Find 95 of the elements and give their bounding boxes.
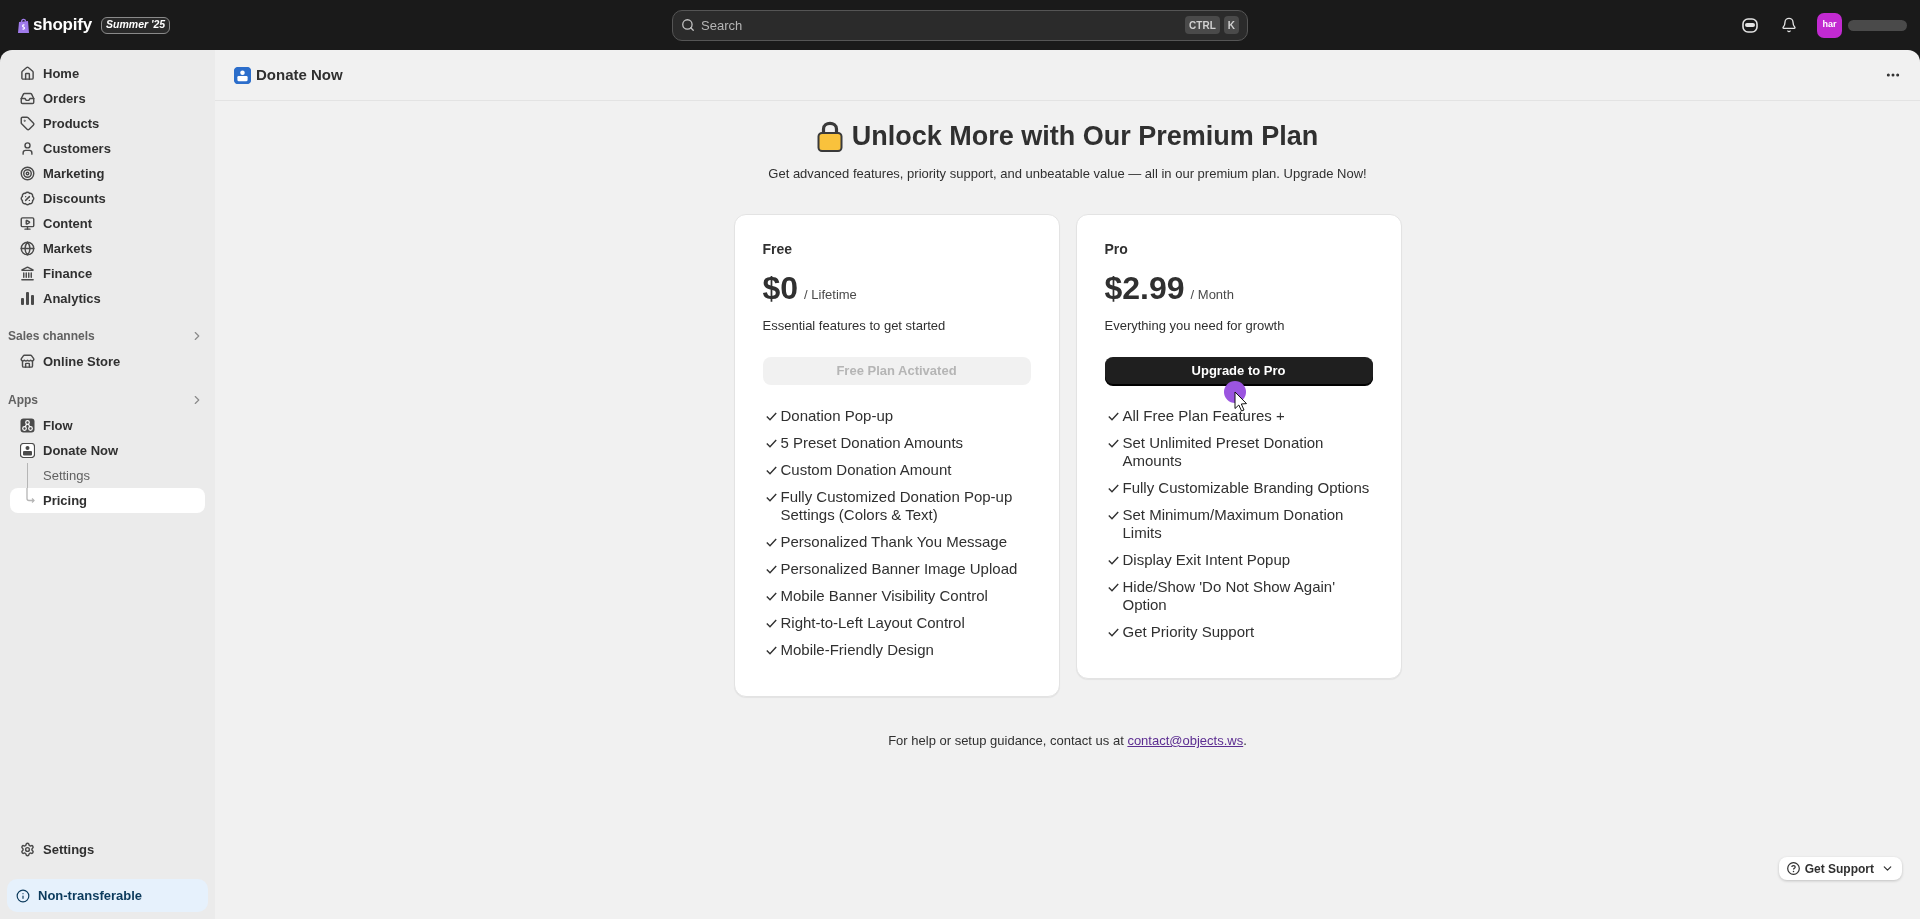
mouse-pointer-icon	[1223, 381, 1248, 412]
check-icon	[1107, 484, 1119, 493]
storefront-icon	[20, 354, 35, 369]
plan-price: $2.99	[1104, 269, 1185, 307]
nodes-icon	[20, 418, 35, 433]
shopping-bag-icon	[18, 17, 29, 33]
info-icon	[16, 888, 30, 903]
person-tile-icon	[234, 66, 251, 84]
tree-line	[26, 463, 28, 488]
nav-item[interactable]: Home	[10, 61, 205, 86]
check-icon	[1107, 583, 1119, 592]
gear-icon	[20, 842, 35, 857]
padlock-icon	[816, 120, 843, 152]
notice-text: Non-transferable	[38, 886, 143, 905]
home-icon	[20, 66, 35, 81]
plan-name: Free	[762, 240, 794, 259]
feature-text: All Free Plan Features +	[1122, 407, 1285, 425]
nav-item[interactable]: Products	[10, 111, 205, 136]
section-heading: Apps	[8, 391, 38, 409]
feature-text: 5 Preset Donation Amounts	[780, 434, 964, 452]
feature-text: Mobile-Friendly Design	[780, 641, 934, 659]
check-icon	[765, 619, 777, 628]
check-icon	[765, 646, 777, 655]
branch-arrow-icon	[26, 488, 35, 504]
nav-item[interactable]: Customers	[10, 136, 205, 161]
monitor-icon	[20, 216, 35, 231]
nav-item[interactable]: Analytics	[10, 286, 205, 311]
target-icon	[20, 166, 35, 181]
inbox-icon	[20, 91, 35, 106]
check-icon	[765, 412, 777, 421]
globe-icon	[20, 241, 35, 256]
feature-text: Custom Donation Amount	[780, 461, 952, 479]
nav-item[interactable]: Content	[10, 211, 205, 236]
plan-price: $0	[762, 269, 799, 307]
search-icon	[681, 18, 695, 32]
feature-text: Fully Customizable Branding Options	[1122, 479, 1370, 497]
visor-icon[interactable]	[1742, 17, 1758, 33]
feature-text: Donation Pop-up	[780, 407, 894, 425]
page-heading: Unlock More with Our Premium Plan	[851, 120, 1319, 153]
feature-text: Mobile Banner Visibility Control	[780, 587, 988, 605]
nav-item[interactable]: Online Store	[10, 349, 205, 374]
blurred-name-placeholder	[1848, 19, 1907, 31]
nav-item[interactable]: Pricing	[10, 488, 205, 513]
person-icon	[20, 141, 35, 156]
plan-description: Essential features to get started	[762, 317, 947, 335]
bar-chart-icon	[20, 292, 35, 305]
check-icon	[1107, 439, 1119, 448]
person-tile-icon	[20, 443, 35, 458]
check-icon	[765, 592, 777, 601]
nav-item[interactable]: Donate Now	[10, 438, 205, 463]
bank-icon	[20, 266, 35, 281]
plan-button[interactable]: Upgrade to Pro	[1104, 357, 1373, 385]
plan-name: Pro	[1104, 240, 1129, 259]
check-icon	[1107, 556, 1119, 565]
nav-item[interactable]: Finance	[10, 261, 205, 286]
check-icon	[765, 538, 777, 547]
nav-item[interactable]: Markets	[10, 236, 205, 261]
question-circle-icon	[1786, 862, 1800, 875]
nav-item[interactable]: Flow	[10, 413, 205, 438]
billing-period: / Lifetime	[804, 286, 857, 304]
check-icon	[1107, 511, 1119, 520]
feature-text: Set Unlimited Preset Donation Amounts	[1122, 434, 1325, 470]
bell-icon[interactable]	[1781, 17, 1797, 33]
check-icon	[765, 493, 777, 502]
feature-text: Get Priority Support	[1122, 623, 1255, 641]
section-heading: Sales channels	[8, 327, 95, 345]
feature-text: Right-to-Left Layout Control	[780, 614, 965, 632]
avatar[interactable]: har	[1817, 12, 1842, 38]
percent-badge-icon	[20, 191, 35, 206]
keyboard-key: CTRL	[1185, 16, 1220, 34]
feature-text: Personalized Banner Image Upload	[780, 560, 1018, 578]
page-title: Donate Now	[256, 64, 343, 85]
billing-period: / Month	[1190, 286, 1234, 304]
feature-text: Display Exit Intent Popup	[1122, 551, 1291, 569]
help-text: For help or setup guidance, contact us at contact@objects.ws.	[888, 732, 1247, 750]
feature-text: Hide/Show 'Do Not Show Again' Option	[1122, 578, 1336, 614]
feature-text: Personalized Thank You Message	[780, 533, 1008, 551]
support-button[interactable]: Get Support	[1778, 857, 1902, 880]
check-icon	[765, 466, 777, 475]
nav-item[interactable]: Settings	[10, 837, 205, 862]
page-subtitle: Get advanced features, priority support, and unbeatable value — all in our premium plan. Upgrade Now!	[768, 165, 1367, 183]
nav-item[interactable]: Marketing	[10, 161, 205, 186]
logo-wordmark[interactable]: shopify	[33, 12, 93, 38]
tag-icon	[20, 116, 35, 131]
feature-text: Fully Customized Donation Pop-up Settings (Colors & Text)	[780, 488, 1014, 524]
feature-text: Set Minimum/Maximum Donation Limits	[1122, 506, 1345, 542]
nav-item[interactable]: Discounts	[10, 186, 205, 211]
nav-item[interactable]: Settings	[10, 463, 205, 488]
check-icon	[1107, 412, 1119, 421]
check-icon	[765, 439, 777, 448]
check-icon	[765, 565, 777, 574]
check-icon	[1107, 628, 1119, 637]
plan-description: Everything you need for growth	[1104, 317, 1286, 335]
edition-badge: Summer '25	[101, 16, 171, 34]
nav-item[interactable]: Orders	[10, 86, 205, 111]
